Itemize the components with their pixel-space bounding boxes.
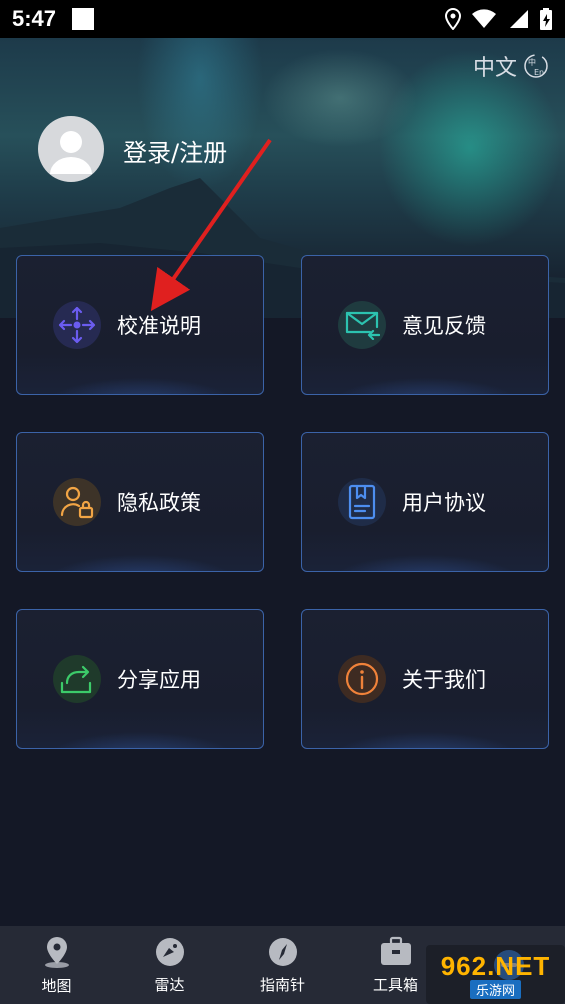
svg-text:En: En [534, 68, 544, 77]
login-register-link[interactable]: 登录/注册 [123, 133, 227, 168]
language-toggle[interactable]: 中文 中 En [473, 50, 549, 82]
avatar[interactable] [38, 116, 104, 182]
calibration-label: 校准说明 [117, 314, 201, 338]
status-time: 5:47 [12, 6, 57, 31]
about-card[interactable]: 关于我们 [301, 609, 549, 749]
document-icon [338, 478, 386, 526]
share-label: 分享应用 [117, 668, 201, 692]
privacy-label: 隐私政策 [117, 491, 201, 515]
status-bar: 5:47 [0, 0, 565, 38]
watermark-brand: 962.NET [440, 950, 551, 981]
map-pin-icon [44, 936, 69, 968]
nav-map-label: 地图 [41, 976, 72, 995]
info-icon [338, 655, 386, 703]
user-lock-icon [53, 478, 101, 526]
agreement-label: 用户协议 [402, 491, 486, 515]
about-label: 关于我们 [402, 668, 486, 692]
nav-compass-label: 指南针 [259, 975, 305, 994]
nav-toolbox-label: 工具箱 [372, 975, 418, 994]
svg-text:中: 中 [528, 57, 536, 67]
mail-icon [338, 301, 386, 349]
watermark-site: 乐游网 [469, 979, 521, 999]
language-switch-icon: 中 En [524, 54, 548, 78]
location-icon [445, 8, 461, 30]
privacy-card[interactable]: 隐私政策 [16, 432, 264, 572]
signal-icon [510, 10, 528, 28]
calibration-card[interactable]: 校准说明 [16, 255, 264, 395]
nav-radar-label: 雷达 [154, 975, 185, 994]
status-icons [445, 8, 553, 30]
calibration-icon [53, 301, 101, 349]
nav-map[interactable]: 地图 [0, 926, 113, 1004]
radar-icon [155, 937, 184, 966]
toolbox-icon [380, 936, 411, 965]
notification-icon [72, 8, 95, 30]
nav-compass[interactable]: 指南针 [226, 926, 339, 1004]
feedback-card[interactable]: 意见反馈 [301, 255, 549, 395]
wifi-icon [472, 9, 496, 28]
feedback-label: 意见反馈 [402, 314, 486, 338]
share-card[interactable]: 分享应用 [16, 609, 264, 749]
battery-icon [540, 8, 552, 30]
language-label: 中文 [472, 56, 517, 81]
compass-icon [268, 937, 297, 966]
user-avatar-icon [50, 131, 92, 174]
nav-radar[interactable]: 雷达 [113, 926, 226, 1004]
site-watermark: 962.NET 乐游网 [426, 945, 565, 1004]
agreement-card[interactable]: 用户协议 [301, 432, 549, 572]
share-icon [53, 655, 101, 703]
